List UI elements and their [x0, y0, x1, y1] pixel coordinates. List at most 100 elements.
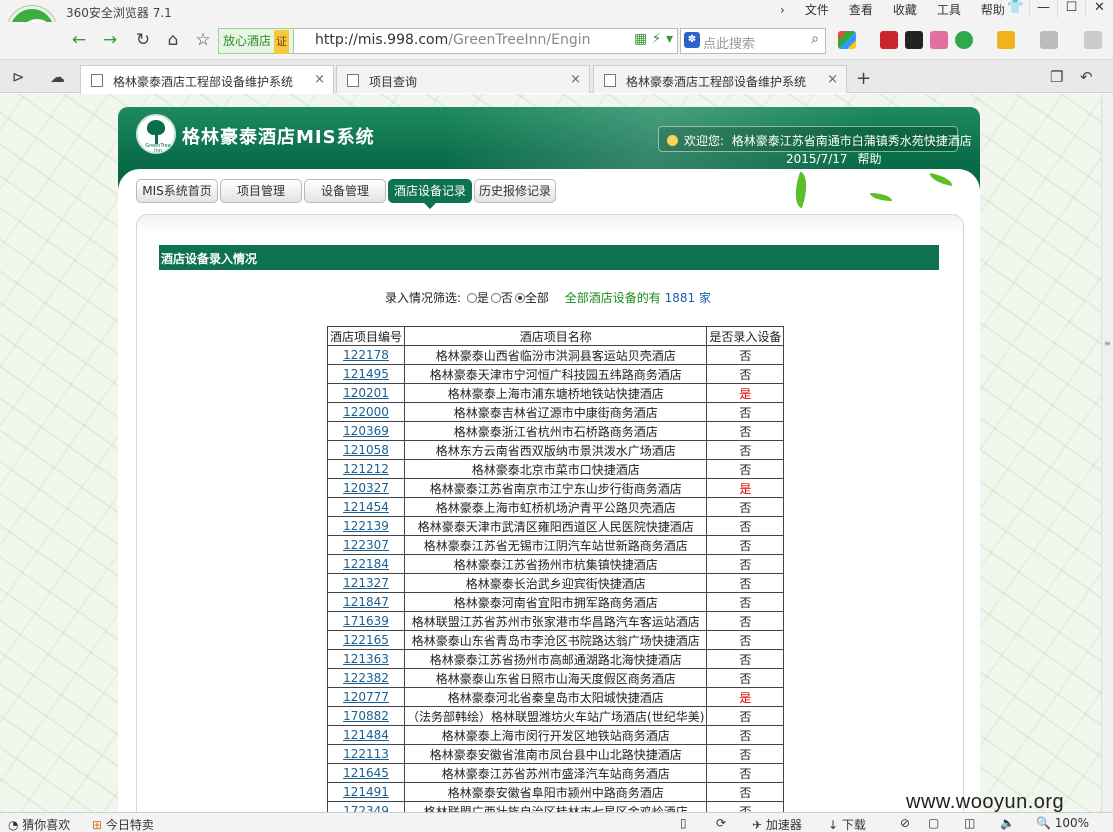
- lock-icon[interactable]: ⊘: [900, 816, 910, 830]
- close-window-button[interactable]: ✕: [1085, 0, 1113, 18]
- search-box[interactable]: ✽ 点此搜索 ⌕: [680, 28, 826, 54]
- menu-item-view[interactable]: 查看: [839, 2, 883, 18]
- sidebar-toggle-icon[interactable]: ⊳: [12, 68, 25, 86]
- hotel-code-link[interactable]: 122184: [343, 557, 389, 571]
- filter-radio-no[interactable]: [490, 293, 501, 303]
- page-icon[interactable]: ▢: [928, 816, 939, 830]
- hotel-code-link[interactable]: 172349: [343, 804, 389, 812]
- screenshot-icon[interactable]: ◫: [964, 816, 975, 830]
- hotel-code-link[interactable]: 121454: [343, 500, 389, 514]
- vertical-scrollbar[interactable]: ≡: [1101, 94, 1113, 812]
- minimize-button[interactable]: —: [1029, 0, 1057, 18]
- nav-hotel-equipment-records[interactable]: 酒店设备记录: [388, 179, 472, 209]
- hotel-code-link[interactable]: 120327: [343, 481, 389, 495]
- hotel-code-link[interactable]: 121495: [343, 367, 389, 381]
- logo-text: GreenTree Inn: [145, 143, 171, 154]
- tab-project-query[interactable]: 项目查询 ×: [336, 65, 590, 93]
- tab-mis-system-2[interactable]: 格林豪泰酒店工程部设备维护系统 ×: [593, 65, 847, 93]
- help-link[interactable]: 帮助: [858, 152, 882, 166]
- hotel-code-link[interactable]: 122178: [343, 348, 389, 362]
- hotel-code-link[interactable]: 121363: [343, 652, 389, 666]
- home-icon[interactable]: ⌂: [160, 28, 186, 52]
- cell-entered: 否: [706, 497, 785, 517]
- hotel-code-link[interactable]: 121484: [343, 728, 389, 742]
- new-tab-icon[interactable]: +: [856, 68, 871, 89]
- download-item[interactable]: ↓ 下载: [828, 816, 866, 832]
- hotel-code-link[interactable]: 121491: [343, 785, 389, 799]
- hotel-code-link[interactable]: 122307: [343, 538, 389, 552]
- filter-option-no-label[interactable]: 否: [501, 291, 513, 305]
- speed-icon[interactable]: ⟳: [716, 816, 726, 830]
- hotel-code-link[interactable]: 122000: [343, 405, 389, 419]
- hotel-code-link[interactable]: 121847: [343, 595, 389, 609]
- close-tab-icon[interactable]: ×: [570, 72, 581, 87]
- back-icon[interactable]: ←: [66, 28, 92, 52]
- menu-item-file[interactable]: 文件: [795, 2, 839, 18]
- safe-hotel-badge[interactable]: 放心酒店证: [218, 28, 295, 54]
- filter-radio-yes[interactable]: [466, 293, 477, 303]
- nav-project-management[interactable]: 项目管理: [220, 179, 302, 203]
- tab-list-icon[interactable]: ❐: [1050, 68, 1063, 86]
- phone-icon[interactable]: ▯: [680, 816, 687, 830]
- close-tab-icon[interactable]: ×: [314, 72, 325, 87]
- hotel-code-link[interactable]: 122139: [343, 519, 389, 533]
- hotel-code-link[interactable]: 120369: [343, 424, 389, 438]
- hotel-code-link[interactable]: 122165: [343, 633, 389, 647]
- ext-hash-icon[interactable]: [905, 31, 923, 49]
- hotel-code-link[interactable]: 122113: [343, 747, 389, 761]
- hotel-code-link[interactable]: 120201: [343, 386, 389, 400]
- tab-mis-system-1[interactable]: 格林豪泰酒店工程部设备维护系统 ×: [80, 65, 334, 94]
- nav-equipment-management[interactable]: 设备管理: [304, 179, 386, 203]
- zoom-control[interactable]: 🔍 100%: [1036, 816, 1089, 830]
- filter-option-all-label[interactable]: 全部: [525, 291, 549, 305]
- ext-pink-icon[interactable]: [930, 31, 948, 49]
- browser-app-title: 360安全浏览器 7.1: [66, 6, 172, 20]
- shield-icon[interactable]: [955, 31, 973, 49]
- hotel-code-link[interactable]: 121645: [343, 766, 389, 780]
- apps-grid-icon[interactable]: [838, 31, 856, 49]
- hotel-code-link[interactable]: 170882: [343, 709, 389, 723]
- cell-entered: 否: [706, 440, 785, 460]
- hotel-code-link[interactable]: 120777: [343, 690, 389, 704]
- forward-icon[interactable]: →: [97, 28, 123, 52]
- search-icon[interactable]: ⌕: [811, 31, 819, 47]
- table-row: 120777 格林豪泰河北省秦皇岛市太阳城快捷酒店是: [326, 687, 785, 707]
- menu-item-tools[interactable]: 工具: [927, 2, 971, 18]
- scrollbar-grip-icon[interactable]: ≡: [1104, 339, 1111, 359]
- nav-repair-history[interactable]: 历史报修记录: [474, 179, 556, 203]
- game-icon[interactable]: [1040, 31, 1058, 49]
- cloud-icon[interactable]: ☁: [50, 68, 65, 86]
- more-tools-icon[interactable]: [1084, 31, 1102, 49]
- maximize-button[interactable]: ☐: [1057, 0, 1085, 18]
- greentree-logo-icon[interactable]: GreenTree Inn: [136, 114, 176, 154]
- skin-icon[interactable]: 👕: [1001, 0, 1029, 18]
- menu-item-favorites[interactable]: 收藏: [883, 2, 927, 18]
- js-extension-icon[interactable]: [880, 31, 898, 49]
- accelerator-item[interactable]: ✈ 加速器: [752, 816, 802, 832]
- hotel-code-link[interactable]: 121212: [343, 462, 389, 476]
- table-row: 120201 格林豪泰上海市浦东塘桥地铁站快捷酒店是: [326, 383, 785, 403]
- hotel-code-link[interactable]: 171639: [343, 614, 389, 628]
- sound-icon[interactable]: 🔈: [1000, 816, 1015, 830]
- today-sale-item[interactable]: ⊞ 今日特卖: [92, 816, 154, 832]
- guess-like-item[interactable]: ◔ 猜你喜欢: [8, 816, 70, 832]
- menu-arrow-icon[interactable]: ›: [770, 2, 795, 18]
- hotel-code-link[interactable]: 121327: [343, 576, 389, 590]
- nav-mis-home[interactable]: MIS系统首页: [136, 179, 218, 203]
- baidu-paw-icon[interactable]: ✽: [684, 32, 700, 48]
- refresh-icon[interactable]: ↻: [130, 28, 156, 52]
- table-row: 121327 格林豪泰长治武乡迎宾街快捷酒店否: [326, 573, 785, 593]
- address-bar[interactable]: 放心酒店证 http://mis.998.com/GreenTreeInn/En…: [218, 28, 678, 54]
- filter-option-yes-label[interactable]: 是: [477, 291, 489, 305]
- favorite-star-icon[interactable]: ☆: [190, 28, 216, 52]
- close-tab-icon[interactable]: ×: [827, 72, 838, 87]
- url-text[interactable]: http://mis.998.com/GreenTreeInn/Engin: [315, 32, 605, 48]
- address-bar-icons[interactable]: ▦ ⚡ ▾: [634, 31, 673, 47]
- coupon-icon[interactable]: [997, 31, 1015, 49]
- cell-entered: 否: [706, 630, 785, 650]
- hotel-code-link[interactable]: 121058: [343, 443, 389, 457]
- undo-close-icon[interactable]: ↶: [1080, 68, 1093, 86]
- hotel-code-link[interactable]: 122382: [343, 671, 389, 685]
- filter-radio-all[interactable]: [514, 293, 525, 303]
- col-header-code: 酒店项目编号: [326, 326, 406, 346]
